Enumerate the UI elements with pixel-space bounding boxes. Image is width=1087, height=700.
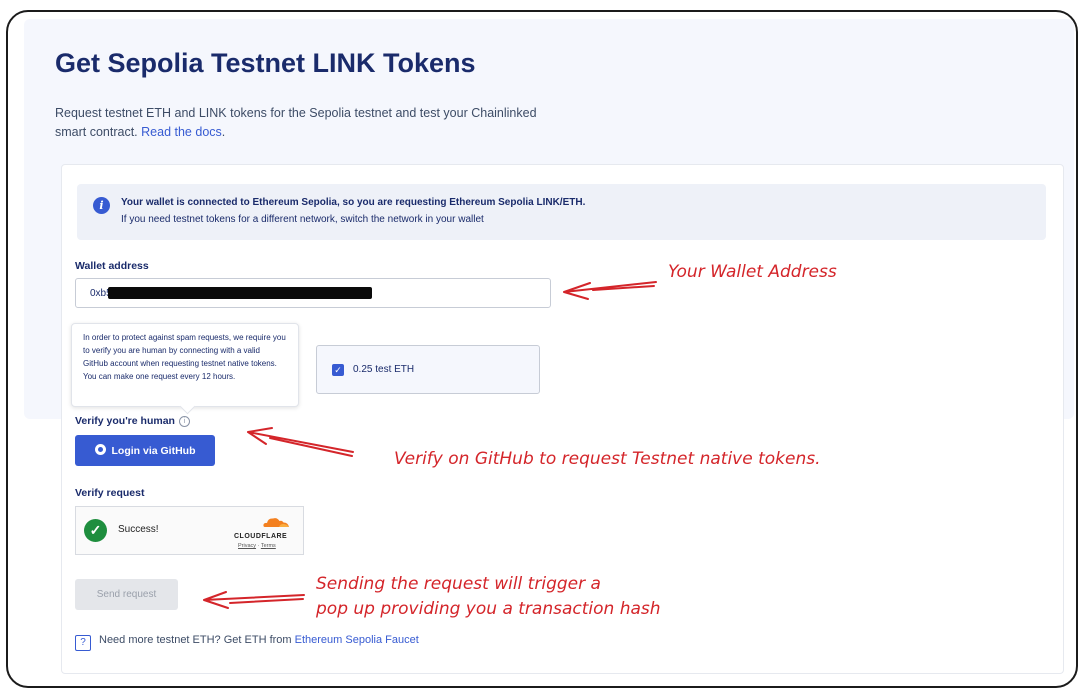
send-arrow bbox=[203, 591, 305, 609]
annotation-github: Verify on GitHub to request Testnet nati… bbox=[394, 449, 821, 469]
annotation-send-line-2: pop up providing you a transaction hash bbox=[316, 599, 661, 619]
github-arrow bbox=[247, 427, 354, 457]
screenshot-frame: Get Sepolia Testnet LINK Tokens Request … bbox=[6, 10, 1078, 688]
annotation-wallet: Your Wallet Address bbox=[668, 262, 837, 282]
annotation-send-line-1: Sending the request will trigger a bbox=[316, 574, 601, 594]
wallet-arrow bbox=[563, 281, 657, 300]
